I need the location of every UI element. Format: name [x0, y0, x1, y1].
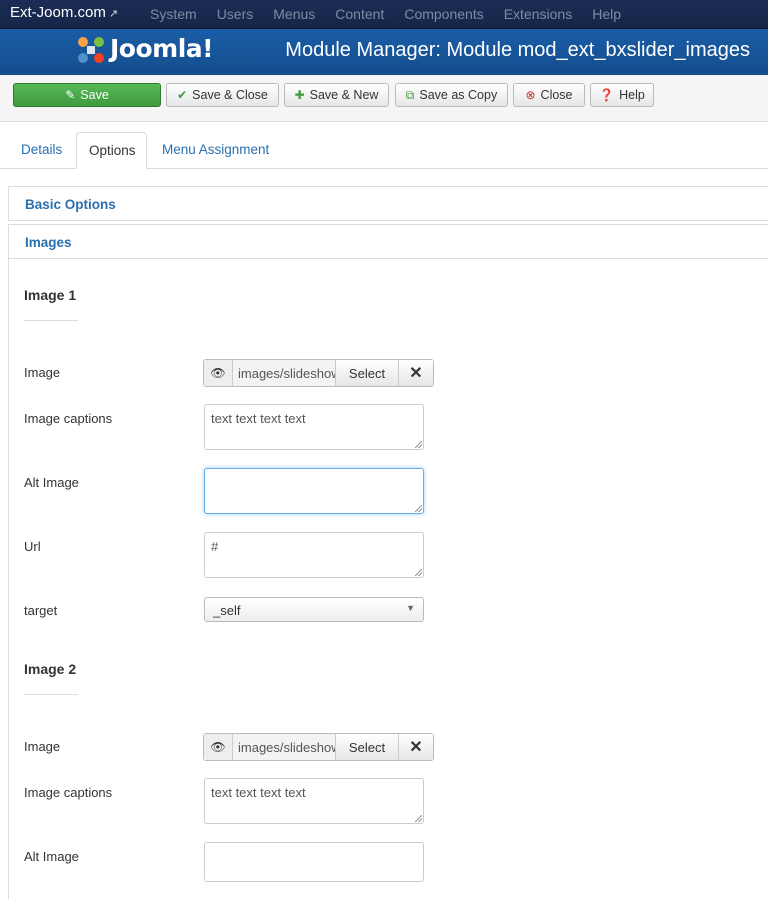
menu-item-users[interactable]: Users — [207, 0, 264, 28]
resize-grip-icon[interactable] — [415, 815, 422, 822]
save-new-button[interactable]: ✚ Save & New — [284, 83, 389, 107]
image1-image-label: Image — [24, 365, 61, 380]
image2-captions-label: Image captions — [24, 785, 113, 800]
image1-url-textarea[interactable]: # — [204, 532, 424, 578]
resize-grip-icon[interactable] — [415, 569, 422, 576]
image1-url-value: # — [211, 539, 219, 554]
help-button[interactable]: ❓ Help — [590, 83, 654, 107]
image1-path-input[interactable]: images/slideshow — [233, 360, 335, 386]
image1-captions-value: text text text text — [211, 411, 306, 426]
save-copy-button[interactable]: ⧉ Save as Copy — [395, 83, 508, 107]
tab-details[interactable]: Details — [21, 132, 62, 168]
page-header: Joomla! Module Manager: Module mod_ext_b… — [0, 29, 768, 75]
save-close-label: Save & Close — [192, 88, 268, 102]
eye-icon[interactable]: 👁 — [204, 360, 233, 386]
image1-captions-label: Image captions — [24, 411, 113, 426]
image1-target-value: _self — [213, 603, 241, 618]
image1-divider — [24, 320, 78, 321]
accordion-basic-options-title: Basic Options — [25, 197, 116, 212]
image1-clear-icon[interactable]: ✕ — [398, 360, 433, 386]
image1-captions-textarea[interactable]: text text text text — [204, 404, 424, 450]
image1-alt-label: Alt Image — [24, 475, 79, 490]
menu-item-menus[interactable]: Menus — [263, 0, 325, 28]
image1-heading: Image 1 — [24, 287, 77, 303]
image2-alt-label: Alt Image — [24, 849, 79, 864]
site-brand-link[interactable]: Ext-Joom.com ↗ — [10, 4, 118, 21]
main-menu: System Users Menus Content Components Ex… — [140, 0, 631, 28]
tab-menu-assignment[interactable]: Menu Assignment — [162, 132, 269, 168]
save-copy-label: Save as Copy — [419, 88, 498, 102]
check-icon: ✔ — [177, 88, 188, 102]
cancel-circle-icon: ⊗ — [525, 88, 536, 102]
chevron-down-icon: ▼ — [406, 603, 415, 613]
menu-item-components[interactable]: Components — [394, 0, 493, 28]
plus-icon: ✚ — [294, 88, 305, 102]
save-close-button[interactable]: ✔ Save & Close — [166, 83, 279, 107]
image2-media-field: 👁 images/slideshow Select ✕ — [203, 733, 434, 761]
image1-target-label: target — [24, 603, 58, 618]
accordion-images-title: Images — [25, 235, 72, 250]
image2-captions-textarea[interactable]: text text text text — [204, 778, 424, 824]
accordion-images[interactable]: Images — [8, 224, 768, 259]
image2-captions-value: text text text text — [211, 785, 306, 800]
image1-url-label: Url — [24, 539, 41, 554]
question-circle-icon: ❓ — [599, 88, 615, 102]
edit-icon: ✎ — [65, 88, 76, 102]
toolbar: ✎ Save ✔ Save & Close ✚ Save & New ⧉ Sav… — [0, 75, 768, 122]
copy-icon: ⧉ — [405, 87, 415, 102]
menu-item-content[interactable]: Content — [325, 0, 394, 28]
menu-item-system[interactable]: System — [140, 0, 207, 28]
accordion-basic-options[interactable]: Basic Options — [8, 186, 768, 221]
image1-media-field: 👁 images/slideshow Select ✕ — [203, 359, 434, 387]
image2-select-button[interactable]: Select — [335, 734, 398, 760]
image2-heading: Image 2 — [24, 661, 77, 677]
save-new-label: Save & New — [309, 88, 379, 102]
resize-grip-icon[interactable] — [415, 505, 422, 512]
save-button[interactable]: ✎ Save — [13, 83, 161, 107]
menu-item-help[interactable]: Help — [582, 0, 631, 28]
image2-image-label: Image — [24, 739, 61, 754]
image2-path-input[interactable]: images/slideshow — [233, 734, 335, 760]
image2-alt-textarea[interactable] — [204, 842, 424, 882]
image1-alt-textarea[interactable] — [204, 468, 424, 514]
menu-item-extensions[interactable]: Extensions — [494, 0, 582, 28]
image2-divider — [24, 694, 78, 695]
joomla-logo-icon — [78, 37, 104, 63]
site-name: Ext-Joom.com — [10, 4, 106, 21]
help-label: Help — [619, 88, 645, 102]
joomla-logo-text: Joomla! — [110, 34, 214, 63]
resize-grip-icon[interactable] — [415, 441, 422, 448]
close-button[interactable]: ⊗ Close — [513, 83, 585, 107]
page-title: Module Manager: Module mod_ext_bxslider_… — [285, 39, 750, 61]
image1-select-button[interactable]: Select — [335, 360, 398, 386]
image1-target-select[interactable]: _self ▼ — [204, 597, 424, 622]
top-navbar: Ext-Joom.com ↗ System Users Menus Content… — [0, 0, 768, 29]
image2-clear-icon[interactable]: ✕ — [398, 734, 433, 760]
close-label: Close — [540, 88, 573, 102]
eye-icon[interactable]: 👁 — [204, 734, 233, 760]
save-button-label: Save — [80, 88, 109, 102]
tab-options[interactable]: Options — [76, 132, 147, 169]
tab-bar: Details Options Menu Assignment — [0, 132, 768, 169]
external-link-icon: ↗ — [108, 8, 119, 20]
